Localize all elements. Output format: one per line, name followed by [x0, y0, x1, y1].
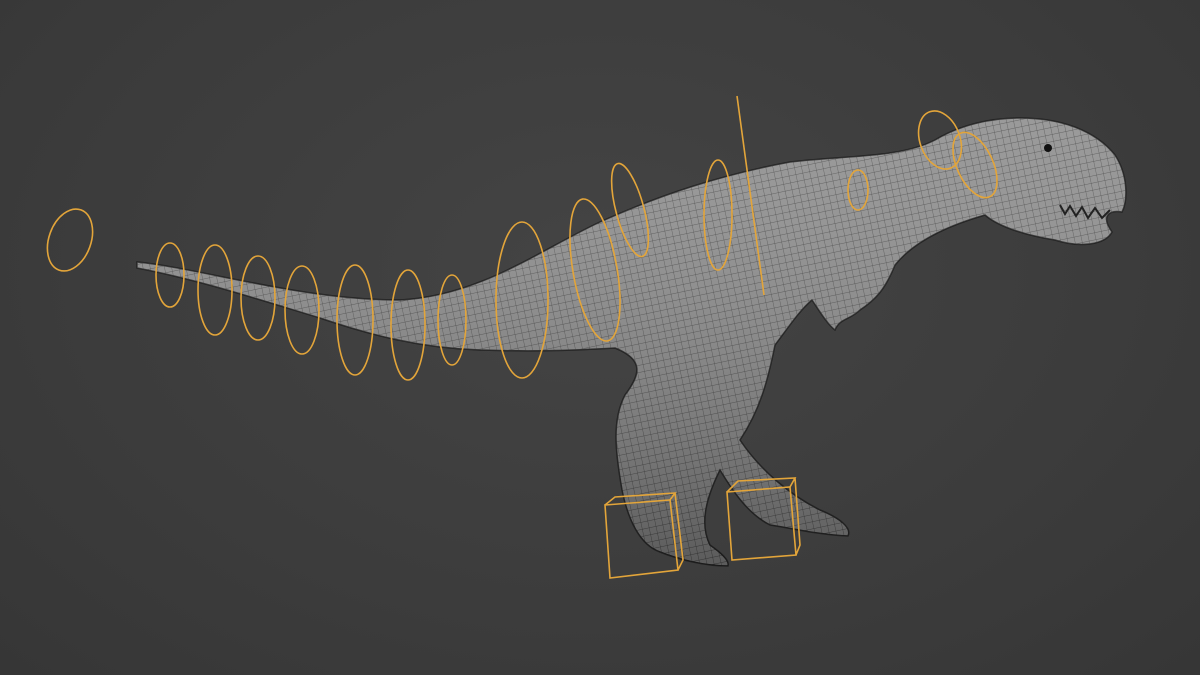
eye — [1044, 144, 1052, 152]
viewport[interactable] — [0, 0, 1200, 675]
tail-control-0[interactable] — [39, 203, 100, 278]
t-rex-mesh — [136, 117, 1127, 567]
